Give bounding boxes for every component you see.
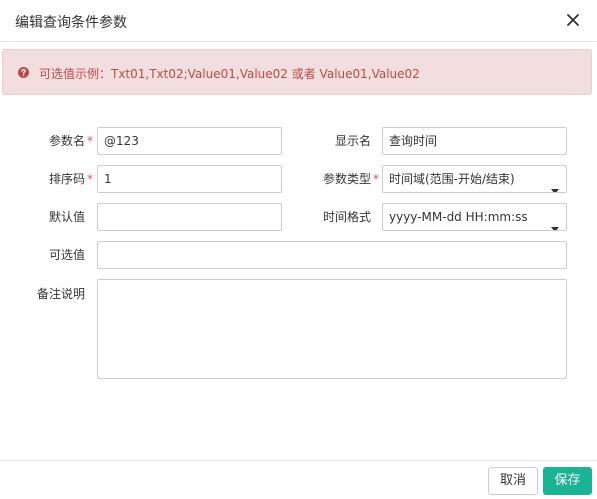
hint-alert: 可选值示例：Txt01,Txt02;Value01,Value02 或者 Val…	[2, 49, 592, 95]
time-format-selected: yyyy-MM-dd HH:mm:ss	[389, 210, 528, 224]
dialog-title: 编辑查询条件参数	[15, 15, 127, 31]
caret-down-icon	[551, 177, 559, 192]
edit-query-param-dialog: 编辑查询条件参数 可选值示例：Txt01,Txt02;Value01,Value…	[0, 0, 597, 499]
hint-text: 可选值示例：Txt01,Txt02;Value01,Value02 或者 Val…	[39, 67, 420, 81]
time-format-label: 时间格式	[323, 210, 372, 224]
dialog-header: 编辑查询条件参数	[0, 0, 597, 42]
param-name-label-text: 参数名	[49, 134, 86, 148]
param-type-label: 参数类型 *	[323, 171, 379, 187]
save-button[interactable]: 保存	[543, 467, 592, 495]
default-value-label: 默认值	[49, 210, 86, 224]
required-marker: *	[87, 172, 94, 186]
options-input[interactable]	[97, 241, 567, 269]
display-name-label: 显示名	[335, 134, 372, 148]
remarks-textarea[interactable]	[97, 279, 567, 379]
sort-code-label-text: 排序码	[49, 172, 86, 186]
time-format-select[interactable]: yyyy-MM-dd HH:mm:ss	[382, 203, 567, 231]
display-name-input[interactable]: 查询时间	[382, 127, 567, 155]
param-name-input[interactable]: @123	[97, 127, 282, 155]
caret-down-icon	[551, 215, 559, 230]
sort-code-input[interactable]: 1	[97, 165, 282, 193]
remarks-label: 备注说明	[37, 287, 86, 301]
param-type-select[interactable]: 时间域(范围-开始/结束)	[382, 165, 567, 193]
default-value-input[interactable]	[97, 203, 282, 231]
options-label: 可选值	[49, 248, 86, 262]
param-type-label-text: 参数类型	[323, 172, 372, 186]
param-name-label: 参数名 *	[49, 133, 93, 149]
required-marker: *	[87, 134, 94, 148]
required-marker: *	[373, 172, 380, 186]
dialog-footer: 取消 保存	[0, 460, 597, 499]
cancel-button[interactable]: 取消	[488, 467, 538, 495]
param-type-selected: 时间域(范围-开始/结束)	[389, 172, 515, 186]
sort-code-label: 排序码 *	[49, 171, 93, 187]
question-circle-icon	[18, 67, 29, 78]
close-icon[interactable]	[565, 12, 581, 28]
